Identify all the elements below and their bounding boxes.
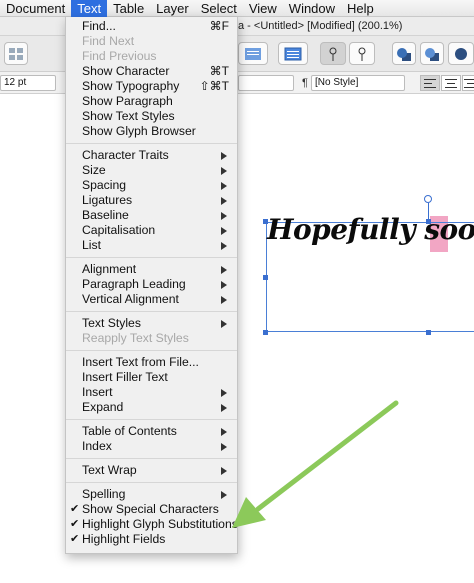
annotation-arrow-icon xyxy=(232,400,399,528)
